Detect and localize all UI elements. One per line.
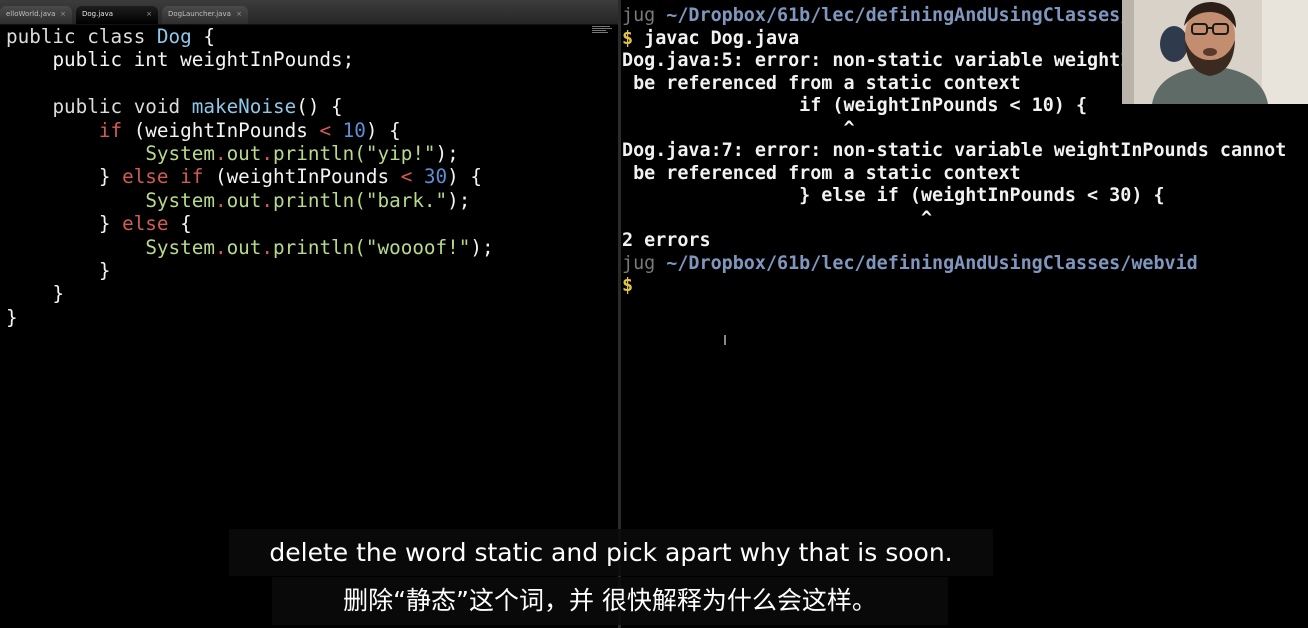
tab-label: elloWorld.java [6, 10, 56, 18]
text-cursor-icon [724, 335, 726, 345]
terminal-error-caret: ^ [622, 207, 933, 229]
terminal-error-line: if (weightInPounds < 10) { [622, 95, 1088, 116]
code-line: } [98, 259, 111, 283]
close-tab-icon[interactable]: × [60, 10, 66, 18]
tab-doglauncher-java[interactable]: DogLauncher.java × [162, 6, 248, 24]
tab-dog-java[interactable]: Dog.java × [76, 6, 158, 24]
code-line: public void makeNoise() { [52, 95, 343, 119]
code-line: } [52, 282, 65, 306]
presenter-image [1122, 0, 1308, 104]
code-line: } else if (weightInPounds < 30) { [98, 165, 482, 189]
close-tab-icon[interactable]: × [146, 10, 152, 18]
source-code[interactable]: public class Dog { public int weightInPo… [6, 25, 494, 329]
code-line: System.out.println("yip!"); [145, 142, 459, 166]
tab-label: Dog.java [82, 10, 114, 18]
code-line: if (weightInPounds < 10) { [98, 118, 401, 142]
code-line: public int weightInPounds; [52, 48, 355, 72]
code-line: System.out.println("bark."); [145, 188, 471, 212]
editor-tab-bar: elloWorld.java × Dog.java × DogLauncher.… [0, 0, 618, 25]
terminal-error-caret: ^ [622, 117, 855, 139]
code-line: System.out.println("woooof!"); [145, 235, 494, 259]
terminal-prompt-line: jug ~/Dropbox/61b/lec/definingAndUsingCl… [622, 5, 1198, 26]
terminal-prompt-line: jug ~/Dropbox/61b/lec/definingAndUsingCl… [622, 252, 1198, 274]
tab-helloworld-java[interactable]: elloWorld.java × [0, 6, 72, 24]
subtitle-english: delete the word static and pick apart wh… [229, 529, 993, 576]
minimap[interactable] [592, 26, 614, 38]
presenter-webcam [1122, 0, 1308, 104]
code-line: } [6, 305, 18, 329]
terminal-error-line: Dog.java:7: error: non-static variable w… [622, 140, 1287, 161]
subtitle-chinese: 删除“静态”这个词，并 很快解释为什么会这样。 [272, 577, 948, 625]
code-line: public class Dog { [6, 25, 215, 48]
terminal-summary-line: 2 errors [622, 230, 711, 251]
terminal-input-line[interactable]: $ [622, 275, 633, 296]
terminal-error-line: } else if (weightInPounds < 30) { [622, 185, 1165, 206]
code-line: } else { [98, 212, 192, 236]
terminal-error-line: be referenced from a static context [622, 162, 1021, 184]
terminal-command-line: $ javac Dog.java [622, 27, 800, 49]
terminal-error-line: be referenced from a static context [622, 72, 1021, 94]
close-tab-icon[interactable]: × [236, 10, 242, 18]
tab-label: DogLauncher.java [168, 10, 231, 18]
